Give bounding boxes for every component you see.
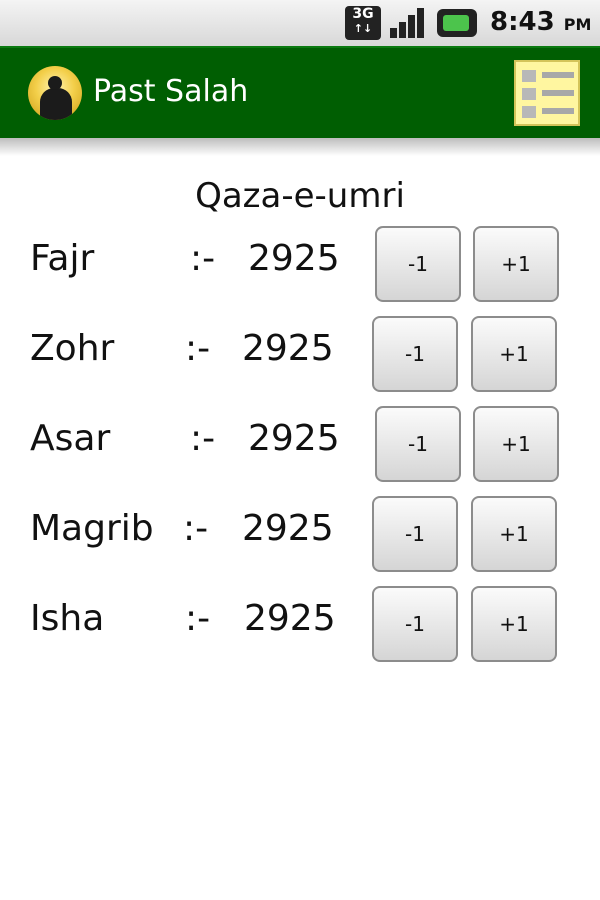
prayer-row-isha: Isha :- 2925 -1 +1	[0, 586, 600, 666]
increment-button[interactable]: +1	[471, 496, 557, 572]
separator: :-	[183, 508, 209, 549]
app-title: Past Salah	[93, 74, 249, 109]
prayer-row-zohr: Zohr :- 2925 -1 +1	[0, 316, 600, 396]
decrement-button[interactable]: -1	[372, 586, 458, 662]
decrement-button[interactable]: -1	[372, 316, 458, 392]
separator: :-	[185, 598, 211, 639]
prayer-row-magrib: Magrib :- 2925 -1 +1	[0, 496, 600, 576]
signal-strength-icon	[390, 8, 424, 38]
increment-button[interactable]: +1	[471, 586, 557, 662]
network-3g-icon: 3G ↑↓	[345, 6, 381, 40]
status-bar: 3G ↑↓ 8:43 PM	[0, 0, 600, 46]
separator: :-	[190, 418, 216, 459]
prayer-count: 2925	[242, 508, 334, 549]
prayer-name: Fajr	[30, 238, 95, 279]
increment-button[interactable]: +1	[473, 406, 559, 482]
decrement-button[interactable]: -1	[372, 496, 458, 572]
prayer-row-asar: Asar :- 2925 -1 +1	[0, 406, 600, 486]
increment-button[interactable]: +1	[473, 226, 559, 302]
list-menu-icon[interactable]	[514, 60, 580, 126]
page-heading: Qaza-e-umri	[195, 176, 405, 216]
prayer-count: 2925	[244, 598, 336, 639]
prayer-name: Magrib	[30, 508, 154, 549]
increment-button[interactable]: +1	[471, 316, 557, 392]
decrement-button[interactable]: -1	[375, 406, 461, 482]
clock-time: 8:43	[490, 7, 555, 37]
data-arrows-icon: ↑↓	[353, 22, 373, 35]
decrement-button[interactable]: -1	[375, 226, 461, 302]
separator: :-	[185, 328, 211, 369]
clock-ampm: PM	[563, 15, 592, 34]
separator: :-	[190, 238, 216, 279]
title-bar-shadow	[0, 138, 600, 156]
status-time: 8:43 PM	[490, 7, 591, 37]
app-title-bar: Past Salah	[0, 46, 600, 138]
prayer-figure-icon	[28, 66, 82, 120]
prayer-name: Zohr	[30, 328, 115, 369]
prayer-name: Isha	[30, 598, 105, 639]
battery-charging-icon	[437, 9, 477, 37]
prayer-count: 2925	[248, 418, 340, 459]
prayer-count: 2925	[248, 238, 340, 279]
prayer-count: 2925	[242, 328, 334, 369]
network-type: 3G	[352, 6, 374, 22]
prayer-name: Asar	[30, 418, 111, 459]
prayer-row-fajr: Fajr :- 2925 -1 +1	[0, 226, 600, 306]
